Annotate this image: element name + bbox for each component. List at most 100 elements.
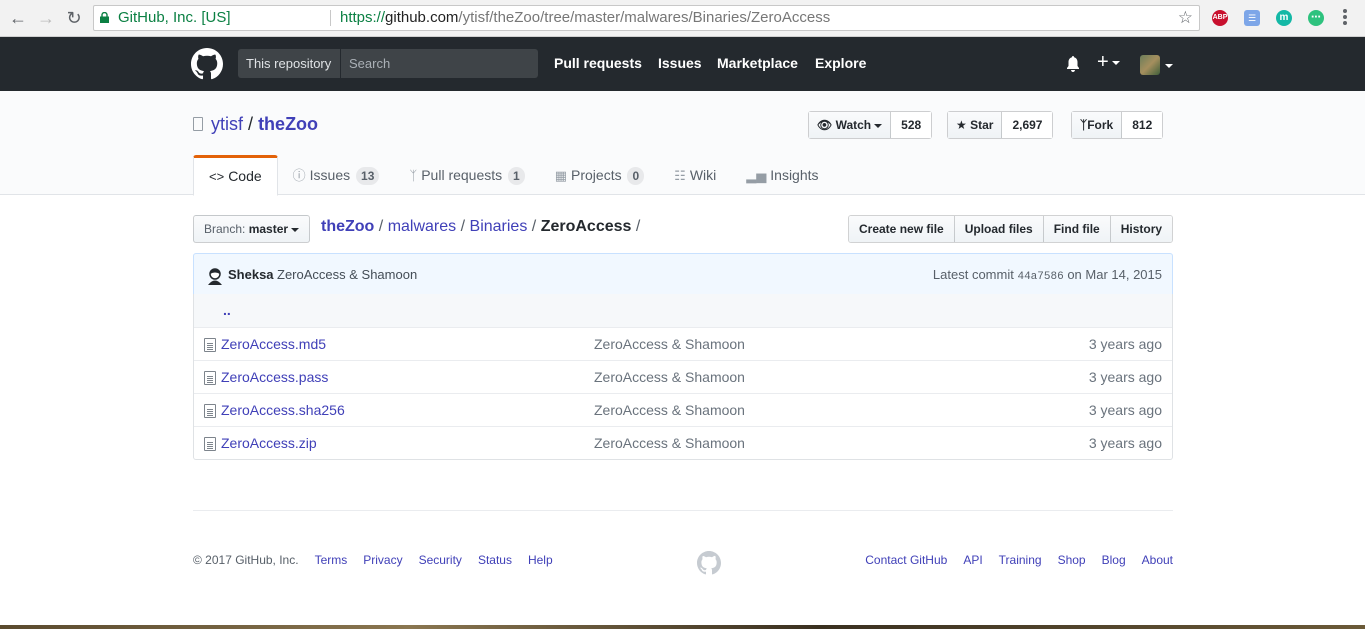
breadcrumb-malwares[interactable]: malwares xyxy=(388,218,456,235)
tab-wiki[interactable]: ☷ Wiki xyxy=(659,155,731,195)
omnibox-divider xyxy=(330,10,331,26)
chevron-down-icon xyxy=(874,123,883,128)
branch-selector[interactable]: Branch: master xyxy=(193,215,311,243)
search-scope[interactable]: This repository xyxy=(238,49,341,78)
commit-message[interactable]: ZeroAccess & Shamoon xyxy=(277,267,417,282)
breadcrumb-current: ZeroAccess xyxy=(540,218,632,235)
file-name-link[interactable]: ZeroAccess.md5 xyxy=(221,336,326,352)
file-commit-message[interactable]: ZeroAccess & Shamoon xyxy=(594,435,745,451)
file-icon xyxy=(204,437,216,451)
find-file-button[interactable]: Find file xyxy=(1043,216,1111,242)
nav-marketplace[interactable]: Marketplace xyxy=(717,55,798,71)
star-icon: ★ xyxy=(956,118,967,132)
watch-button[interactable]: 👁︎ Watch xyxy=(809,112,892,138)
file-age: 3 years ago xyxy=(1088,435,1162,451)
tab-pull-requests[interactable]: ᛉ Pull requests 1 xyxy=(394,155,539,195)
plus-icon: + xyxy=(1097,51,1109,73)
tab-insights[interactable]: ▂▅ Insights xyxy=(731,155,833,195)
chat-extension-icon[interactable]: ⋯ xyxy=(1308,10,1324,26)
breadcrumb-sep: / xyxy=(460,218,466,235)
footer-right: Contact GitHub API Training Shop Blog Ab… xyxy=(849,553,1173,567)
footer-link-api[interactable]: API xyxy=(963,553,982,567)
adblock-icon[interactable]: ABP xyxy=(1212,10,1228,26)
nav-pull-requests[interactable]: Pull requests xyxy=(554,55,642,71)
back-icon[interactable]: ← xyxy=(8,8,28,28)
footer-link-about[interactable]: About xyxy=(1142,553,1173,567)
nav-explore[interactable]: Explore xyxy=(815,55,866,71)
file-table: .. ZeroAccess.md5 ZeroAccess & Shamoon 3… xyxy=(193,294,1173,460)
star-group: ★ Star 2,697 xyxy=(947,111,1054,139)
parent-dir-link[interactable]: .. xyxy=(223,302,231,318)
repo-tabs: <> Code ⓘ Issues 13 ᛉ Pull requests 1 ▦ Proj… xyxy=(193,155,834,196)
forward-icon[interactable]: → xyxy=(36,8,56,28)
bookmark-star-icon[interactable]: ☆ xyxy=(1178,6,1193,30)
eye-icon: 👁︎ xyxy=(817,118,833,132)
code-icon: <> xyxy=(209,169,225,184)
reload-icon[interactable]: ↻ xyxy=(64,8,84,28)
footer-link-security[interactable]: Security xyxy=(419,553,462,567)
chevron-down-icon xyxy=(291,227,300,232)
address-bar[interactable]: GitHub, Inc. [US] https://github.com/yti… xyxy=(93,5,1200,31)
star-button[interactable]: ★ Star xyxy=(948,112,1003,138)
file-name-link[interactable]: ZeroAccess.sha256 xyxy=(221,402,345,418)
user-avatar[interactable] xyxy=(1140,55,1160,75)
url-text[interactable]: https://github.com/ytisf/theZoo/tree/mas… xyxy=(340,6,830,30)
footer-link-terms[interactable]: Terms xyxy=(315,553,348,567)
breadcrumb-binaries[interactable]: Binaries xyxy=(470,218,528,235)
parent-dir-row: .. xyxy=(194,294,1172,327)
notifications-bell-icon[interactable] xyxy=(1066,56,1080,72)
branch-prefix: Branch: xyxy=(204,222,246,236)
tab-projects[interactable]: ▦ Projects 0 xyxy=(540,155,659,195)
history-button[interactable]: History xyxy=(1110,216,1173,242)
search-input[interactable] xyxy=(342,49,538,78)
footer-link-shop[interactable]: Shop xyxy=(1058,553,1086,567)
breadcrumb-root[interactable]: theZoo xyxy=(321,218,374,235)
upload-files-button[interactable]: Upload files xyxy=(954,216,1044,242)
commit-sha[interactable]: 44a7586 xyxy=(1017,271,1063,283)
translate-icon[interactable]: ☰ xyxy=(1244,10,1260,26)
watch-group: 👁︎ Watch 528 xyxy=(808,111,933,139)
footer-left: © 2017 GitHub, Inc. Terms Privacy Securi… xyxy=(193,553,569,567)
lock-icon xyxy=(100,12,109,23)
star-count[interactable]: 2,697 xyxy=(1002,112,1053,138)
file-icon xyxy=(204,371,216,385)
browser-menu-icon[interactable] xyxy=(1343,9,1347,27)
nav-issues[interactable]: Issues xyxy=(658,55,702,71)
footer-link-help[interactable]: Help xyxy=(528,553,553,567)
breadcrumb: theZoo / malwares / Binaries / ZeroAcces… xyxy=(321,218,640,236)
fork-button[interactable]: ᛉFork xyxy=(1072,112,1123,138)
fork-count[interactable]: 812 xyxy=(1122,112,1163,138)
file-commit-message[interactable]: ZeroAccess & Shamoon xyxy=(594,336,745,352)
tab-issues[interactable]: ⓘ Issues 13 xyxy=(278,155,395,195)
footer-link-status[interactable]: Status xyxy=(478,553,512,567)
repo-name-link[interactable]: theZoo xyxy=(258,114,318,134)
file-commit-message[interactable]: ZeroAccess & Shamoon xyxy=(594,402,745,418)
file-age: 3 years ago xyxy=(1088,402,1162,418)
repo-title-sep: / xyxy=(248,114,254,134)
tab-code[interactable]: <> Code xyxy=(193,155,278,196)
extension-m-icon[interactable]: m xyxy=(1276,10,1292,26)
site-identity[interactable]: GitHub, Inc. [US] xyxy=(118,6,231,30)
repo-owner-link[interactable]: ytisf xyxy=(211,114,243,134)
commit-author-avatar[interactable] xyxy=(205,266,225,286)
pulls-counter: 1 xyxy=(508,167,525,185)
footer-link-contact[interactable]: Contact GitHub xyxy=(865,553,947,567)
desktop-background-strip xyxy=(0,625,1365,629)
github-footer-logo-icon[interactable] xyxy=(697,551,721,575)
avatar-chevron-down-icon[interactable] xyxy=(1165,64,1173,68)
breadcrumb-sep: / xyxy=(531,218,537,235)
create-new-file-button[interactable]: Create new file xyxy=(849,216,955,242)
watch-count[interactable]: 528 xyxy=(891,112,932,138)
create-new-dropdown[interactable]: + xyxy=(1097,51,1120,74)
footer-link-training[interactable]: Training xyxy=(999,553,1042,567)
file-commit-message[interactable]: ZeroAccess & Shamoon xyxy=(594,369,745,385)
issue-icon: ⓘ xyxy=(292,168,306,183)
repo-header: ytisf / theZoo 👁︎ Watch 528 ★ Star 2,697… xyxy=(0,91,1365,196)
file-name-link[interactable]: ZeroAccess.zip xyxy=(221,435,317,451)
footer-link-privacy[interactable]: Privacy xyxy=(363,553,402,567)
chevron-down-icon xyxy=(1111,60,1120,65)
commit-author[interactable]: Sheksa xyxy=(228,267,274,282)
footer-link-blog[interactable]: Blog xyxy=(1102,553,1126,567)
file-name-link[interactable]: ZeroAccess.pass xyxy=(221,369,328,385)
github-logo-icon[interactable] xyxy=(191,48,223,80)
